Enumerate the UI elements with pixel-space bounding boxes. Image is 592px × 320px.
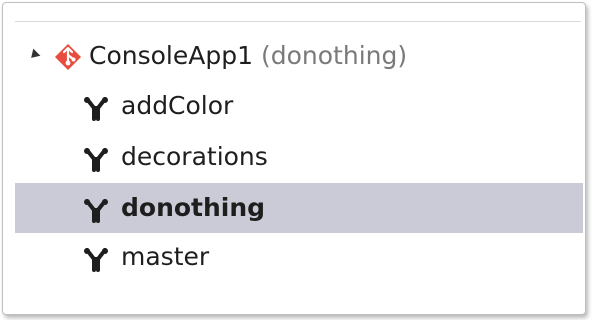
branch-icon xyxy=(84,148,108,172)
branch-icon xyxy=(84,199,108,223)
branch-icon xyxy=(84,248,108,272)
tree-row-repository[interactable]: ConsoleApp1 (donothing) xyxy=(15,31,583,81)
tree-row-branch-addcolor[interactable]: addColor xyxy=(15,81,583,131)
repository-name: ConsoleApp1 xyxy=(89,41,253,70)
branch-label: master xyxy=(121,242,210,271)
branch-tree-panel: ConsoleApp1 (donothing) addColor decorati… xyxy=(2,2,586,315)
tree-row-branch-master[interactable]: master xyxy=(15,232,583,282)
branch-icon xyxy=(84,97,108,121)
branch-label: decorations xyxy=(121,142,268,171)
tree-row-branch-decorations[interactable]: decorations xyxy=(15,132,583,182)
branch-label: addColor xyxy=(121,91,234,120)
repository-title: ConsoleApp1 (donothing) xyxy=(89,39,407,73)
git-repo-icon xyxy=(55,44,81,70)
top-divider xyxy=(15,21,581,22)
branch-label: donothing xyxy=(121,193,266,222)
collapse-triangle-icon[interactable] xyxy=(27,48,41,62)
current-branch-label: (donothing) xyxy=(261,41,408,70)
tree-row-branch-donothing[interactable]: donothing xyxy=(15,183,583,233)
